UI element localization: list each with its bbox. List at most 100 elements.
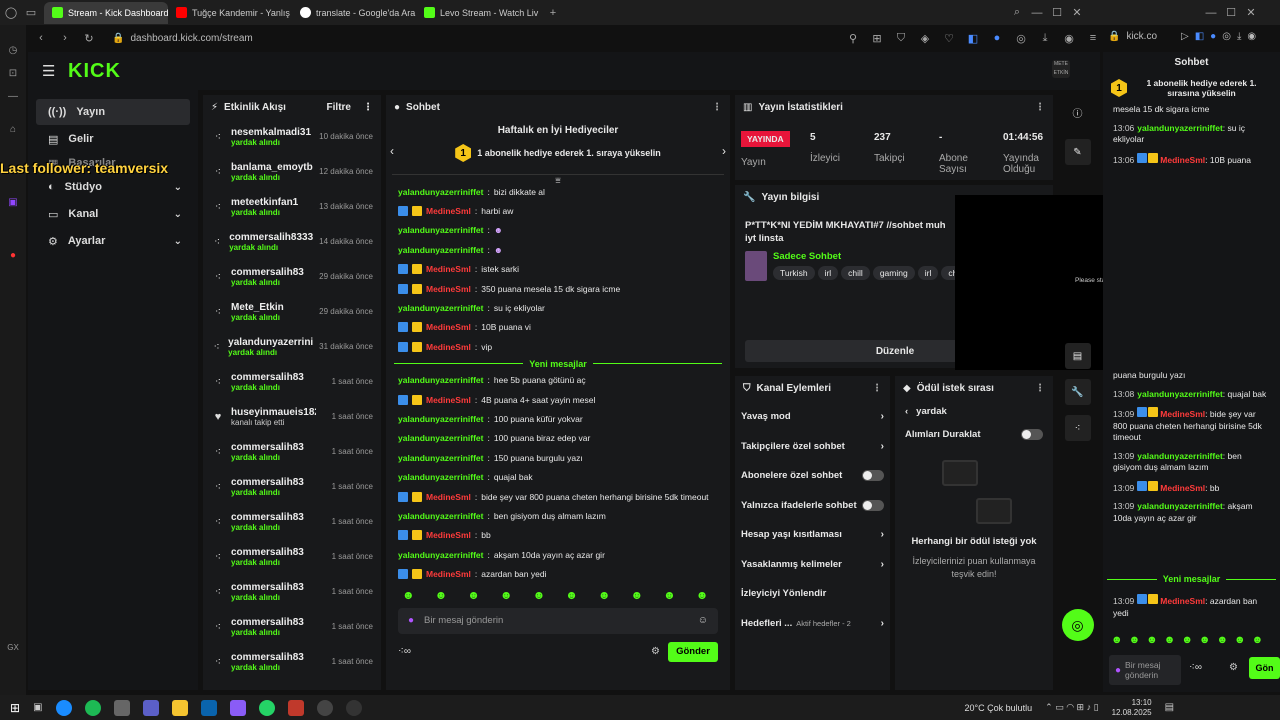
category-link[interactable]: Sadece Sohbet — [773, 251, 967, 262]
search-tabs-icon[interactable]: ⌕ — [1010, 6, 1024, 19]
chevron-left-icon[interactable]: ‹ — [390, 144, 394, 158]
tag[interactable]: Turkish — [773, 266, 815, 280]
activity-item[interactable]: ⁖ commersalih83 yardak alındı 1 saat önce — [203, 364, 381, 399]
ext-globe-icon[interactable]: ◎ — [1014, 32, 1028, 45]
emote-icon[interactable]: ☻ — [1234, 634, 1246, 646]
emote-icon[interactable]: ☻ — [1146, 634, 1158, 646]
emote-icon[interactable]: ☻ — [533, 588, 546, 602]
emote-icon[interactable]: ☻ — [1111, 634, 1123, 646]
task-view-icon[interactable]: ▣ — [33, 702, 42, 713]
more-options-icon[interactable]: ⋮ — [872, 383, 882, 394]
activity-item[interactable]: ⁖ commersalih83 yardak alındı 1 saat önce — [203, 574, 381, 609]
pin-icon[interactable]: ⚲ — [846, 32, 860, 45]
channel-action[interactable]: Hedefleri ... Aktif hedefler - 2 › — [735, 609, 890, 639]
tag[interactable]: irl — [817, 266, 839, 280]
opera-gx-icon[interactable] — [287, 699, 304, 716]
emote-icon[interactable]: ☻ — [598, 588, 611, 602]
panel-close-icon[interactable]: ✕ — [1244, 6, 1258, 19]
panel-minimize-icon[interactable]: — — [1204, 7, 1218, 19]
sidebar-item-kanal[interactable]: ▭ Kanal ⌄ — [36, 201, 190, 227]
info-icon[interactable]: ⓘ — [1065, 99, 1091, 125]
photos-icon[interactable] — [229, 699, 246, 716]
forward-icon[interactable]: › — [58, 32, 72, 44]
chat-input[interactable]: ● Bir mesaj gönderin ☺ — [398, 607, 718, 634]
chat-message[interactable]: 13:06 yalandunyazerriniffet: su iç ekliyo… — [1103, 123, 1280, 146]
chat-message[interactable]: 13:09 MedineSml: azardan ban yedi — [1103, 594, 1280, 619]
emoji-icon[interactable]: ☺ — [698, 615, 708, 626]
mic-icon[interactable]: ● — [408, 615, 414, 626]
activity-item[interactable]: ⁖ commersalih83 yardak alındı 1 saat önce — [203, 504, 381, 539]
tab-list-icon[interactable]: ▭ — [24, 6, 38, 19]
clock[interactable]: 13:10 12.08.2025 — [1112, 698, 1152, 718]
tab-levo-stream[interactable]: Levo Stream - Watch Liv✕ — [416, 2, 540, 24]
store-icon[interactable] — [113, 699, 130, 716]
chat-message[interactable]: yalandunyazerriniffet: quajal bak — [386, 467, 730, 486]
activity-item[interactable]: ⁖ commersalih83 yardak alındı 1 saat önce — [203, 469, 381, 504]
channel-action[interactable]: Hesap yaşı kısıtlaması › — [735, 520, 890, 550]
channel-action[interactable]: Yavaş mod › — [735, 402, 890, 432]
new-tab-icon[interactable]: + — [546, 7, 560, 19]
gear-icon[interactable]: ⚙ — [1229, 662, 1238, 673]
hamburger-menu-icon[interactable]: ☰ — [42, 62, 55, 80]
chat-message[interactable]: mesela 15 dk sigara icme — [1103, 104, 1280, 116]
download-icon[interactable]: ⤓ — [1038, 32, 1052, 45]
channel-action[interactable]: Yasaklanmış kelimeler › — [735, 550, 890, 580]
menu-lines-icon[interactable]: ≡ — [1086, 32, 1100, 44]
kick-logo[interactable]: KICK — [68, 60, 121, 83]
points-icon[interactable]: ⁖∞ — [1189, 662, 1202, 673]
channel-action[interactable]: Abonelere özel sohbet — [735, 461, 890, 491]
more-options-icon[interactable]: ⋮ — [712, 102, 722, 113]
explorer-icon[interactable] — [171, 699, 188, 716]
history-icon[interactable]: ◷ — [9, 45, 18, 56]
weather-widget[interactable]: 20°C Çok bulutlu — [965, 703, 1033, 713]
edge-icon[interactable] — [55, 699, 72, 716]
emote-icon[interactable]: ☻ — [467, 588, 480, 602]
emote-bar[interactable]: ☻ ☻ ☻ ☻ ☻ ☻ ☻ ☻ ☻ ☻ — [386, 584, 730, 606]
emote-icon[interactable]: ☻ — [696, 588, 709, 602]
chat-message[interactable]: MedineSml: harbi aw — [386, 201, 730, 220]
activity-item[interactable]: ⁖ meteetkinfan1 yardak alındı 13 dakika önc… — [203, 189, 381, 224]
shield-icon[interactable]: ⛉ — [894, 32, 908, 45]
tab-google[interactable]: translate - Google'da Ara✕ — [292, 2, 416, 24]
activity-item[interactable]: ⁖ Mete_Etkin yardak alındı 29 dakika önce — [203, 294, 381, 329]
pause-toggle[interactable] — [1021, 429, 1043, 440]
chat-message[interactable]: MedineSml: vip — [386, 337, 730, 356]
tray-icons[interactable]: ⌃ ▭ ◠ ⊞ ♪ ▯ — [1045, 702, 1098, 713]
outlook-icon[interactable] — [200, 699, 217, 716]
chat-message[interactable]: MedineSml:4B puana 4+ saat yayin mesel — [386, 390, 730, 409]
chat-message[interactable]: 13:08 yalandunyazerriniffet: quajal bak — [1103, 389, 1280, 401]
emote-icon[interactable]: ☻ — [1181, 634, 1193, 646]
obs-icon[interactable] — [316, 699, 333, 716]
media-player-icon[interactable] — [345, 699, 362, 716]
sidebar-item-studyo[interactable]: ◐ Stüdyo ⌄ — [36, 174, 190, 200]
toggle-switch[interactable] — [862, 470, 884, 482]
tag[interactable]: chill — [841, 266, 870, 280]
sidebar-item-gelir[interactable]: ▤ Gelir — [36, 126, 190, 152]
maximize-icon[interactable]: ☐ — [1050, 6, 1064, 19]
chat-message[interactable]: yalandunyazerriniffet:150 puana burgulu … — [386, 448, 730, 467]
chat-message[interactable]: yalandunyazerriniffet: ☻ — [386, 221, 730, 240]
gear-icon[interactable]: ⚙ — [651, 646, 660, 657]
chat-message[interactable]: yalandunyazerriniffet: ben gisiyom duş al… — [386, 506, 730, 525]
sidebar-item-ayarlar[interactable]: ⚙ Ayarlar ⌄ — [36, 228, 190, 254]
spotify-icon[interactable] — [84, 699, 101, 716]
pencil-icon[interactable]: ✎ — [1064, 139, 1091, 165]
chat-message[interactable]: puana burgulu yazı — [1103, 370, 1280, 382]
panel-maximize-icon[interactable]: ☐ — [1224, 6, 1238, 19]
emote-icon[interactable]: ☻ — [500, 588, 513, 602]
heart-icon[interactable]: ♡ — [942, 32, 956, 45]
ext-blue-icon[interactable]: ● — [990, 32, 1004, 44]
points-icon[interactable]: ⁖ — [1064, 415, 1091, 441]
reload-icon[interactable]: ↻ — [82, 32, 96, 45]
chat-message[interactable]: yalandunyazerriniffet: hee 5b puana götün… — [386, 371, 730, 390]
chat-message[interactable]: MedineSml: istek sarki — [386, 260, 730, 279]
support-icon[interactable]: ◎ — [1061, 609, 1094, 641]
chat-message[interactable]: 13:09 yalandunyazerriniffet: ben gisiyom … — [1103, 451, 1280, 474]
more-options-icon[interactable]: ⋮ — [363, 102, 373, 113]
chat-message[interactable]: MedineSml: bide şey var 800 puana cheten … — [386, 487, 730, 506]
translate-ext-icon[interactable]: ◧ — [1195, 31, 1204, 42]
url-field[interactable]: 🔒 dashboard.kick.com/stream — [106, 28, 836, 48]
copilot-icon[interactable] — [142, 699, 159, 716]
activity-item[interactable]: ⁖ commersalih83 yardak alındı 29 dakika önc… — [203, 259, 381, 294]
back-icon[interactable]: ‹ — [34, 32, 48, 44]
